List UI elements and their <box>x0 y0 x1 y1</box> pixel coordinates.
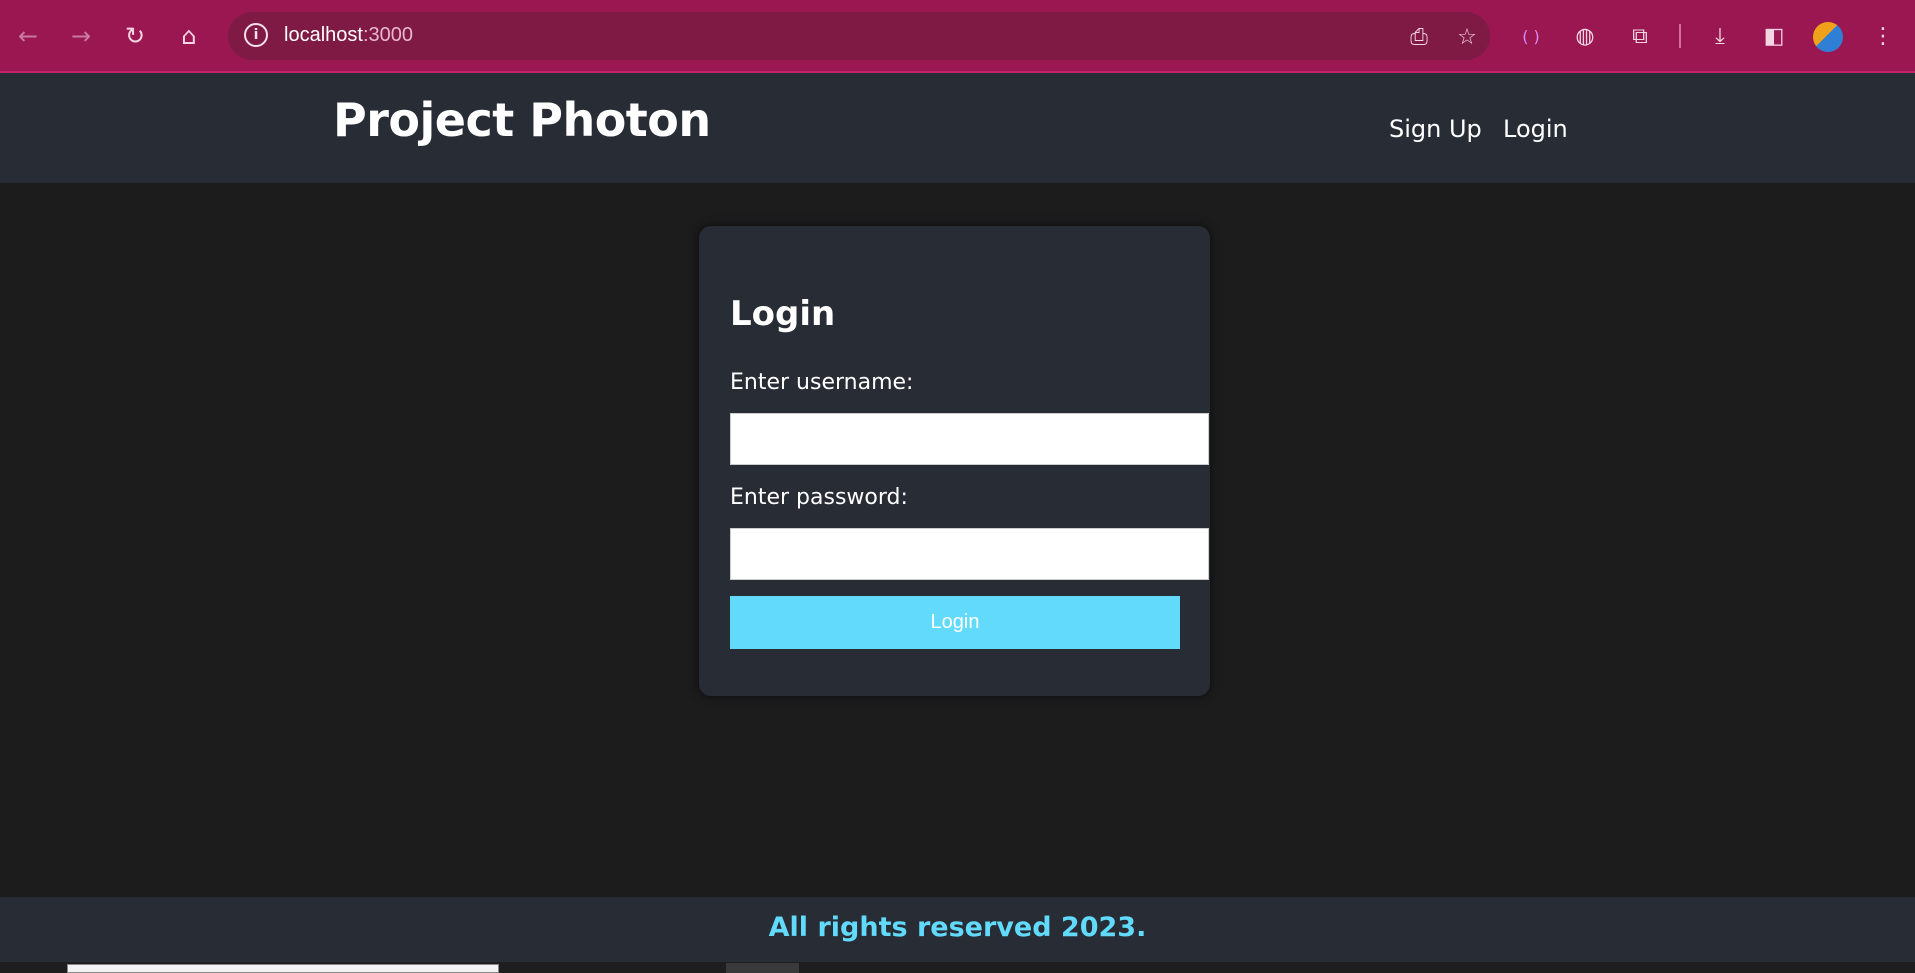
login-submit-button[interactable]: Login <box>730 596 1180 649</box>
back-arrow-icon[interactable]: ← <box>10 18 46 54</box>
os-taskbar <box>0 962 1915 973</box>
password-input[interactable] <box>730 528 1209 580</box>
nav-signup-link[interactable]: Sign Up <box>1389 115 1482 143</box>
site-info-icon[interactable]: i <box>244 23 268 47</box>
address-bar[interactable]: i localhost:3000 ⎙ ☆ <box>228 12 1490 60</box>
menu-kebab-icon[interactable]: ⋮ <box>1865 18 1901 54</box>
nav-login-link[interactable]: Login <box>1503 115 1568 143</box>
extension-icon[interactable]: ( ) <box>1513 18 1549 54</box>
forward-arrow-icon[interactable]: → <box>63 18 99 54</box>
download-icon[interactable]: ⤓ <box>1702 18 1738 54</box>
brand-title: Project Photon <box>333 93 711 147</box>
footer-copyright: All rights reserved 2023. <box>768 912 1147 943</box>
page-footer: All rights reserved 2023. <box>0 897 1915 962</box>
home-icon[interactable]: ⌂ <box>171 18 207 54</box>
toolbar-divider <box>1679 24 1681 48</box>
username-input[interactable] <box>730 413 1209 465</box>
side-panel-icon[interactable]: ◧ <box>1756 18 1792 54</box>
globe-extension-icon[interactable]: ◍ <box>1567 18 1603 54</box>
reload-icon[interactable]: ↻ <box>117 18 153 54</box>
url-text[interactable]: localhost:3000 <box>284 24 413 47</box>
taskbar-app-tile[interactable] <box>726 963 799 973</box>
browser-toolbar: ← → ↻ ⌂ i localhost:3000 ⎙ ☆ ( ) ◍ ⧉ ⤓ ◧… <box>0 0 1915 73</box>
bookmark-star-icon[interactable]: ☆ <box>1454 24 1480 50</box>
profile-avatar[interactable] <box>1813 22 1843 52</box>
password-label: Enter password: <box>730 485 908 510</box>
login-heading: Login <box>730 294 836 334</box>
taskbar-window-preview[interactable] <box>67 964 499 973</box>
login-card: Login Enter username: Enter password: Lo… <box>699 226 1210 696</box>
app-header: Project Photon Sign Up Login <box>0 73 1915 183</box>
extensions-puzzle-icon[interactable]: ⧉ <box>1622 18 1658 54</box>
username-label: Enter username: <box>730 370 914 395</box>
install-app-icon[interactable]: ⎙ <box>1406 24 1432 50</box>
